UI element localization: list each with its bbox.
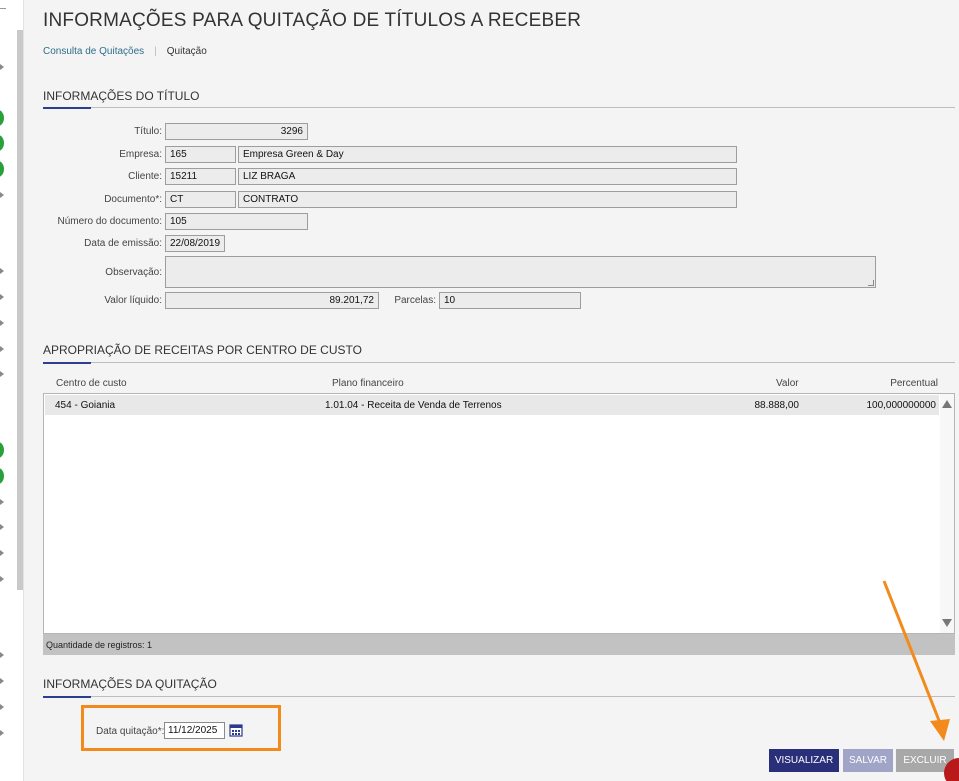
main-content: INFORMAÇÕES PARA QUITAÇÃO DE TÍTULOS A R… — [24, 0, 959, 781]
cliente-code-field[interactable]: 15211 — [165, 168, 236, 185]
cell-centro: 454 - Goiania — [55, 400, 116, 411]
chevron-right-icon[interactable] — [0, 652, 4, 658]
chevron-right-icon[interactable] — [0, 268, 4, 274]
numero-documento-label: Número do documento: — [57, 216, 162, 227]
valor-liquido-field[interactable]: 89.201,72 — [165, 292, 379, 309]
data-emissao-field[interactable]: 22/08/2019 — [165, 235, 225, 252]
cliente-name-field[interactable]: LIZ BRAGA — [238, 168, 737, 185]
status-dot-icon — [0, 110, 4, 126]
section-accent — [43, 107, 91, 109]
empresa-code-field[interactable]: 165 — [165, 146, 236, 163]
breadcrumb-link-consulta[interactable]: Consulta de Quitações — [43, 46, 144, 57]
chevron-right-icon[interactable] — [0, 294, 4, 300]
status-dot-icon — [0, 135, 4, 151]
column-header-percentual[interactable]: Percentual — [890, 378, 938, 389]
visualizar-button[interactable]: VISUALIZAR — [769, 749, 839, 772]
empresa-label: Empresa: — [119, 149, 162, 160]
chevron-right-icon[interactable] — [0, 320, 4, 326]
section-divider — [43, 362, 955, 363]
breadcrumb: Consulta de Quitações | Quitação — [43, 46, 207, 57]
parcelas-field[interactable]: 10 — [439, 292, 581, 309]
section-divider — [43, 107, 955, 108]
calendar-icon[interactable] — [229, 723, 243, 737]
chevron-right-icon[interactable] — [0, 192, 4, 198]
status-dot-icon — [0, 161, 4, 177]
status-dot-icon — [0, 468, 4, 484]
breadcrumb-separator: | — [154, 46, 157, 57]
grid-header: Centro de custo Plano financeiro Valor P… — [43, 376, 940, 392]
titulo-field[interactable]: 3296 — [165, 123, 308, 140]
chevron-right-icon[interactable] — [0, 524, 4, 530]
scroll-up-icon[interactable] — [942, 400, 952, 408]
table-row[interactable]: 454 - Goiania 1.01.04 - Receita de Venda… — [45, 395, 939, 415]
chevron-right-icon[interactable] — [0, 346, 4, 352]
column-header-plano[interactable]: Plano financeiro — [332, 378, 404, 389]
sidebar-scrollbar[interactable] — [17, 30, 23, 590]
data-quitacao-label: Data quitação*: — [96, 726, 165, 737]
chevron-right-icon[interactable] — [0, 730, 4, 736]
documento-name-field[interactable]: CONTRATO — [238, 191, 737, 208]
chevron-right-icon[interactable] — [0, 576, 4, 582]
numero-documento-field[interactable]: 105 — [165, 213, 308, 230]
titulo-label: Título: — [134, 126, 162, 137]
observacao-textarea[interactable] — [165, 256, 876, 288]
documento-label: Documento*: — [104, 194, 162, 205]
chevron-right-icon[interactable] — [0, 64, 4, 70]
grid-footer: Quantidade de registros: 1 — [43, 634, 955, 655]
column-header-valor[interactable]: Valor — [776, 378, 799, 389]
observacao-label: Observação: — [105, 267, 162, 278]
cell-percentual: 100,000000000 — [866, 400, 936, 411]
chevron-right-icon[interactable] — [0, 499, 4, 505]
chevron-right-icon[interactable] — [0, 704, 4, 710]
resize-handle-icon[interactable] — [868, 280, 874, 286]
page-title: INFORMAÇÕES PARA QUITAÇÃO DE TÍTULOS A R… — [43, 10, 582, 31]
grid-body: 454 - Goiania 1.01.04 - Receita de Venda… — [43, 393, 955, 634]
breadcrumb-current: Quitação — [166, 46, 207, 57]
annotation-arrow-icon — [882, 580, 950, 741]
section-title-apropriacao: APROPRIAÇÃO DE RECEITAS POR CENTRO DE CU… — [43, 343, 362, 357]
section-accent — [43, 696, 91, 698]
status-dot-icon — [0, 442, 4, 458]
documento-code-field[interactable]: CT — [165, 191, 236, 208]
empresa-name-field[interactable]: Empresa Green & Day — [238, 146, 737, 163]
data-quitacao-input[interactable]: 11/12/2025 — [164, 722, 225, 739]
column-header-centro[interactable]: Centro de custo — [56, 378, 127, 389]
sidebar-divider — [0, 8, 6, 9]
chevron-right-icon[interactable] — [0, 678, 4, 684]
parcelas-label: Parcelas: — [394, 295, 436, 306]
section-title-quitacao: INFORMAÇÕES DA QUITAÇÃO — [43, 677, 217, 691]
chevron-right-icon[interactable] — [0, 550, 4, 556]
section-divider — [43, 696, 955, 697]
chevron-right-icon[interactable] — [0, 371, 4, 377]
data-emissao-label: Data de emissão: — [84, 238, 162, 249]
salvar-button[interactable]: SALVAR — [843, 749, 893, 772]
section-accent — [43, 362, 91, 364]
cell-valor: 88.888,00 — [754, 400, 800, 411]
left-sidebar — [0, 0, 24, 781]
cell-plano: 1.01.04 - Receita de Venda de Terrenos — [325, 400, 502, 411]
section-title-titulo: INFORMAÇÕES DO TÍTULO — [43, 89, 200, 103]
valor-liquido-label: Valor líquido: — [104, 295, 162, 306]
cliente-label: Cliente: — [128, 171, 162, 182]
